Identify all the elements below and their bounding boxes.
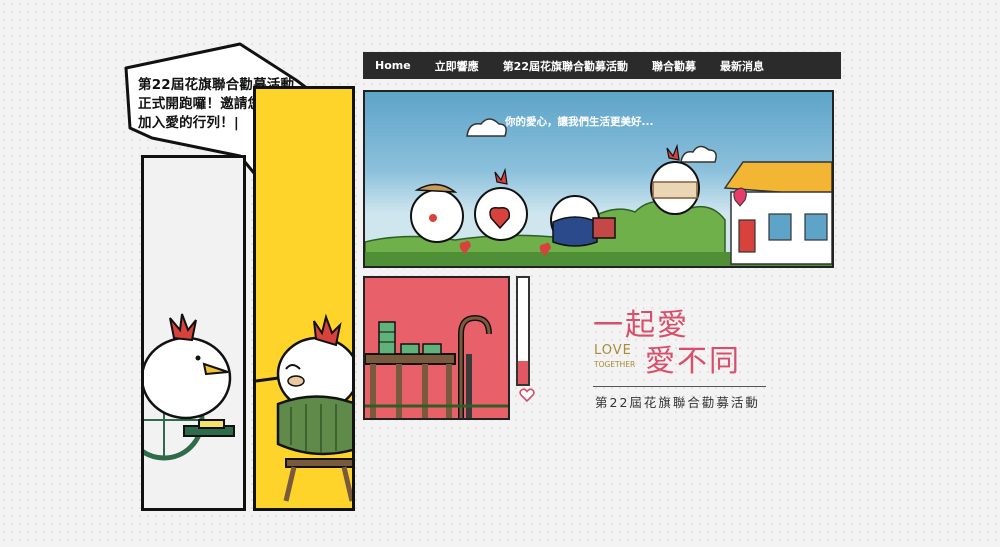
nav-campaign-22[interactable]: 第22屆花旗聯合勸募活動 [491, 58, 640, 74]
campaign-subtitle: 第22屆花旗聯合勸募活動 [595, 395, 760, 410]
nav-united-way[interactable]: 聯合勸募 [640, 58, 708, 74]
comic-panel-yellow [253, 86, 355, 511]
donation-progress-bar [516, 276, 530, 386]
campaign-title-together: TOGETHER [594, 360, 636, 369]
nav-news[interactable]: 最新消息 [708, 58, 776, 74]
donation-progress-fill [518, 360, 528, 384]
main-nav: Home 立即響應 第22屆花旗聯合勸募活動 聯合勸募 最新消息 [363, 52, 841, 79]
campaign-title-love: LOVE [594, 343, 632, 358]
old-chicken-illustration [256, 313, 352, 502]
comic-panel-wheelchair [141, 155, 246, 511]
heart-icon [519, 388, 535, 402]
table-cane-illustration [365, 314, 508, 418]
nav-respond-now[interactable]: 立即響應 [423, 58, 491, 74]
hero-banner: 你的愛心，讓我們生活更美好... [363, 90, 834, 268]
wheelchair-chicken-illustration [144, 313, 235, 461]
comic-panel-table [363, 276, 510, 420]
campaign-title-line2: 愛不同 [645, 344, 741, 379]
title-divider [593, 386, 766, 387]
banner-caption: 你的愛心，讓我們生活更美好... [505, 116, 654, 128]
nav-home[interactable]: Home [363, 59, 423, 72]
